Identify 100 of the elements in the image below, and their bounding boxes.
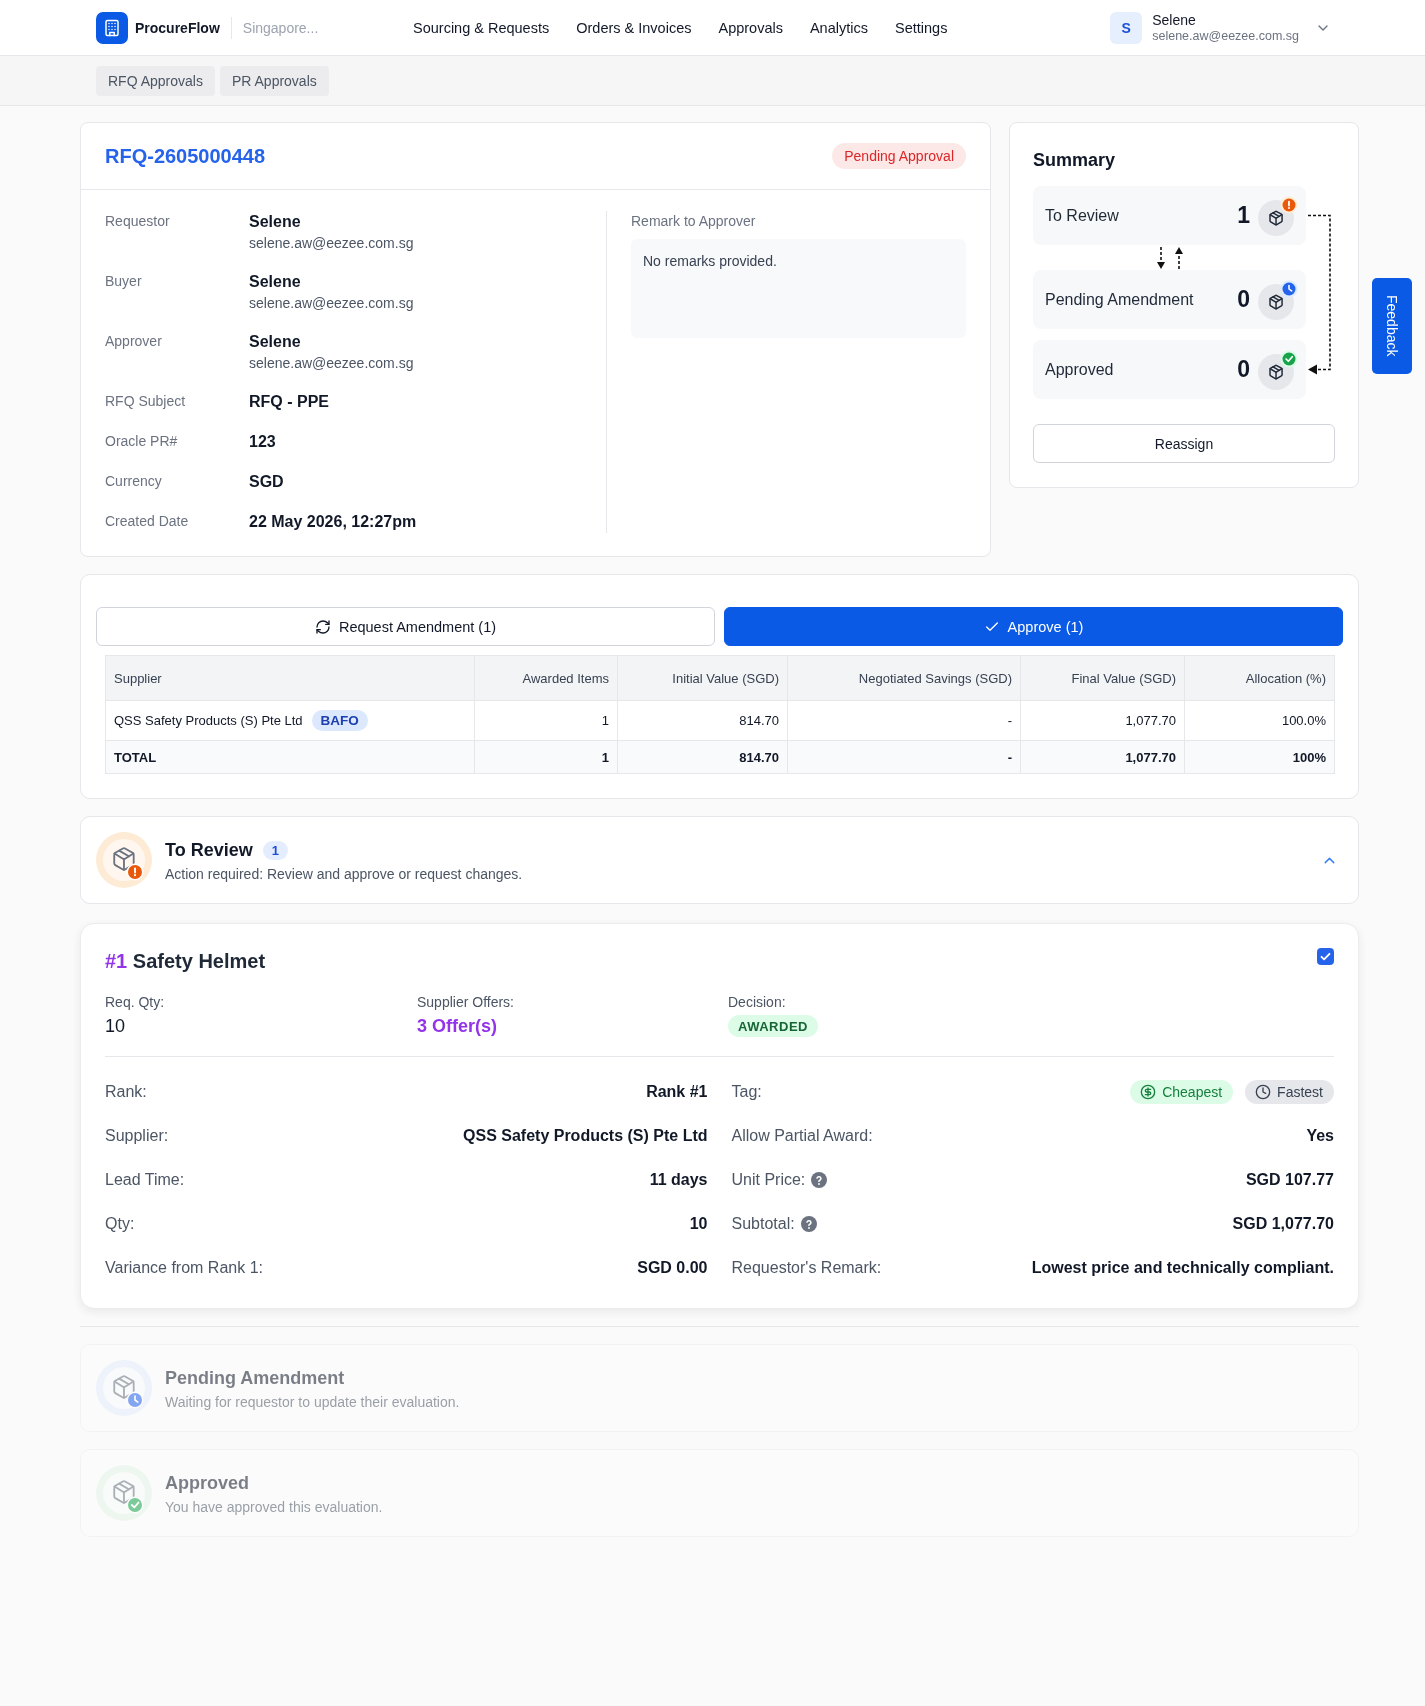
help-icon[interactable] bbox=[800, 1216, 817, 1232]
field-label: RFQ Subject bbox=[105, 392, 187, 411]
checkbox[interactable] bbox=[1317, 948, 1334, 965]
building-logo-icon bbox=[96, 11, 128, 44]
section-title: Approved bbox=[165, 1472, 249, 1495]
stage-count: 0 bbox=[1237, 286, 1250, 313]
supplier-name: QSS Safety Products (S) Pte Ltd bbox=[114, 713, 303, 728]
supplier-tag: BAFO bbox=[311, 710, 368, 731]
section-title: Pending Amendment bbox=[165, 1367, 345, 1390]
dashed-up-arrow-icon bbox=[1174, 246, 1183, 269]
tab[interactable]: RFQ Approvals bbox=[96, 65, 215, 96]
detail-value: 10 bbox=[689, 1215, 708, 1233]
nav-link[interactable]: Approvals bbox=[718, 19, 783, 36]
detail-label: Requestor's Remark: bbox=[731, 1259, 882, 1277]
request-amendment-button[interactable]: Request Amendment (1) bbox=[96, 607, 715, 646]
table-header-cell: Awarded Items bbox=[474, 655, 618, 701]
item-title: #1 Safety Helmet bbox=[105, 949, 266, 974]
overview-label: Decision: bbox=[728, 993, 786, 1011]
nav-link[interactable]: Analytics bbox=[809, 19, 868, 36]
stage-label: Approved bbox=[1045, 360, 1115, 379]
remark-label: Remark to Approver bbox=[631, 212, 757, 231]
detail-value: Rank #1 bbox=[646, 1083, 708, 1101]
overview-label: Req. Qty: bbox=[105, 993, 165, 1011]
overview-value: 10 bbox=[105, 1015, 126, 1037]
package-check-icon bbox=[1258, 349, 1298, 390]
tag-label: Fastest bbox=[1277, 1084, 1323, 1100]
detail-value: Lowest price and technically compliant. bbox=[1031, 1259, 1334, 1277]
nav-link[interactable]: Orders & Invoices bbox=[576, 19, 692, 36]
field-email: selene.aw@eezee.com.sg bbox=[249, 234, 415, 253]
summary-title: Summary bbox=[1033, 149, 1117, 171]
table-cell: 1 bbox=[474, 700, 618, 741]
user-avatar: S bbox=[1110, 11, 1143, 44]
table-cell: - bbox=[787, 740, 1021, 774]
detail-label: Unit Price: bbox=[731, 1171, 806, 1189]
help-icon[interactable] bbox=[811, 1172, 828, 1188]
dashed-down-arrow-icon bbox=[1156, 246, 1165, 269]
reassign-button[interactable]: Reassign bbox=[1033, 424, 1335, 463]
detail-label: Variance from Rank 1: bbox=[105, 1259, 263, 1277]
stage-count: 0 bbox=[1237, 356, 1250, 383]
field-value: SGD bbox=[249, 472, 285, 492]
table-cell: 100% bbox=[1184, 740, 1335, 774]
table-cell: 100.0% bbox=[1184, 700, 1335, 741]
package-clock-icon bbox=[1258, 279, 1298, 320]
detail-label: Supplier: bbox=[105, 1127, 169, 1145]
table-header-cell: Allocation (%) bbox=[1184, 655, 1335, 701]
overview-label: Supplier Offers: bbox=[417, 993, 514, 1011]
section-title: To Review bbox=[165, 839, 253, 862]
brand-name: ProcureFlow bbox=[135, 19, 220, 36]
feedback-tab[interactable]: Feedback bbox=[1372, 278, 1412, 374]
table-cell: TOTAL bbox=[105, 740, 475, 774]
field-email: selene.aw@eezee.com.sg bbox=[249, 294, 415, 313]
stage-count: 1 bbox=[1237, 202, 1250, 229]
table-cell: 1 bbox=[474, 740, 618, 774]
package-check-icon bbox=[96, 1465, 152, 1521]
detail-value: 11 days bbox=[649, 1171, 708, 1189]
table-cell: 1,077.70 bbox=[1020, 740, 1185, 774]
table-cell: 814.70 bbox=[617, 740, 788, 774]
field-value: RFQ - PPE bbox=[249, 392, 330, 412]
field-value: Selene bbox=[249, 332, 302, 352]
package-alert-icon bbox=[1258, 195, 1298, 236]
field-value: Selene bbox=[249, 272, 302, 292]
package-alert-icon bbox=[96, 832, 152, 888]
user-name: Selene bbox=[1152, 11, 1197, 29]
count-badge: 1 bbox=[262, 840, 288, 860]
detail-label: Lead Time: bbox=[105, 1171, 185, 1189]
field-label: Approver bbox=[105, 332, 163, 351]
table-header-cell: Final Value (SGD) bbox=[1020, 655, 1185, 701]
table-header-cell: Negotiated Savings (SGD) bbox=[787, 655, 1021, 701]
stage-label: Pending Amendment bbox=[1045, 290, 1195, 309]
section-subtitle: Action required: Review and approve or request changes. bbox=[165, 866, 524, 882]
offers-link[interactable]: 3 Offer(s) bbox=[417, 1015, 497, 1037]
clock-icon bbox=[1255, 1084, 1272, 1100]
field-label: Created Date bbox=[105, 512, 190, 531]
stage-label: To Review bbox=[1045, 206, 1120, 225]
refresh-icon bbox=[314, 618, 331, 635]
detail-value: SGD 107.77 bbox=[1245, 1171, 1334, 1189]
field-email: selene.aw@eezee.com.sg bbox=[249, 354, 415, 373]
detail-label: Allow Partial Award: bbox=[731, 1127, 873, 1145]
status-badge: Pending Approval bbox=[832, 143, 966, 169]
detail-label: Subtotal: bbox=[731, 1215, 795, 1233]
field-value: 22 May 2026, 12:27pm bbox=[249, 512, 418, 532]
detail-value: SGD 0.00 bbox=[637, 1259, 708, 1277]
field-label: Requestor bbox=[105, 212, 171, 231]
detail-label: Rank: bbox=[105, 1083, 147, 1101]
field-label: Buyer bbox=[105, 272, 143, 291]
rfq-id: RFQ-2605000448 bbox=[105, 144, 266, 168]
detail-value: SGD 1,077.70 bbox=[1232, 1215, 1334, 1233]
table-cell: 814.70 bbox=[617, 700, 788, 741]
detail-value: QSS Safety Products (S) Pte Ltd bbox=[463, 1127, 708, 1145]
table-header-cell: Initial Value (SGD) bbox=[617, 655, 788, 701]
approve-button[interactable]: Approve (1) bbox=[724, 607, 1343, 646]
nav-link[interactable]: Sourcing & Requests bbox=[413, 19, 550, 36]
field-label: Currency bbox=[105, 472, 163, 491]
table-cell: - bbox=[787, 700, 1021, 741]
tag-label: Cheapest bbox=[1162, 1084, 1223, 1100]
dollar-circle-icon bbox=[1140, 1084, 1157, 1100]
field-value: 123 bbox=[249, 432, 277, 452]
nav-link[interactable]: Settings bbox=[895, 19, 948, 36]
tab[interactable]: PR Approvals bbox=[219, 65, 329, 96]
detail-label: Qty: bbox=[105, 1215, 135, 1233]
